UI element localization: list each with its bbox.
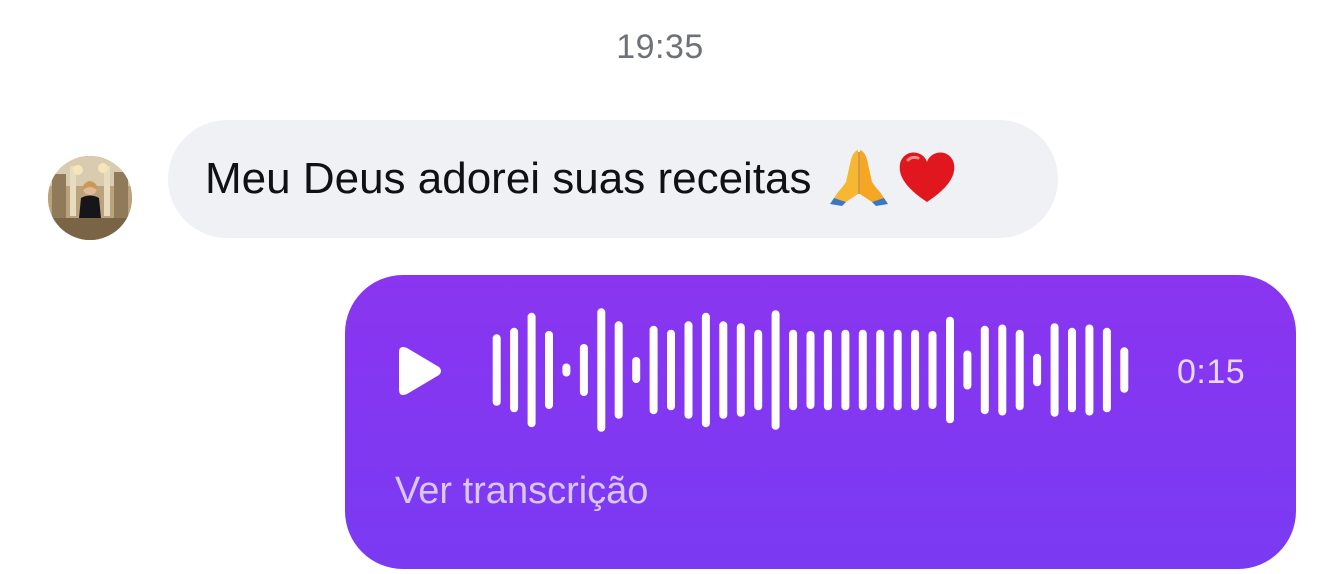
waveform-bar (754, 329, 763, 411)
waveform-bar (579, 344, 588, 396)
profile-photo-avatar[interactable] (48, 156, 132, 240)
waveform-bar (1050, 323, 1059, 417)
view-transcript-link[interactable]: Ver transcrição (395, 470, 648, 513)
waveform-bar (632, 357, 641, 383)
outgoing-voice-message-bubble: 0:15 Ver transcrição (345, 275, 1296, 569)
waveform-bar (527, 312, 536, 428)
waveform-bar (823, 329, 832, 411)
waveform-bar (649, 325, 658, 415)
waveform-bar (597, 308, 606, 432)
incoming-message-bubble[interactable]: Meu Deus adorei suas receitas (168, 120, 1058, 238)
waveform-bar (684, 321, 693, 419)
incoming-message-text: Meu Deus adorei suas receitas (205, 154, 812, 203)
waveform-bar (667, 329, 675, 411)
waveform-bar (928, 331, 937, 409)
waveform-bar (1120, 347, 1129, 393)
message-timestamp: 19:35 (616, 28, 704, 66)
waveform-bar (562, 363, 571, 377)
waveform-bar (1033, 353, 1042, 387)
waveform-bar (998, 324, 1007, 416)
waveform-bar (1102, 327, 1111, 413)
waveform-bar (963, 350, 972, 390)
waveform-bar (510, 327, 519, 413)
waveform-bar (806, 331, 815, 409)
waveform-bar (492, 334, 501, 406)
waveform-bar (946, 316, 954, 424)
waveform-bar (980, 325, 989, 415)
audio-waveform[interactable] (488, 305, 1133, 435)
audio-duration: 0:15 (1177, 353, 1246, 391)
red-heart-emoji (896, 146, 958, 213)
waveform-bar (1015, 329, 1024, 411)
waveform-bar (614, 321, 623, 419)
waveform-bar (876, 329, 885, 411)
waveform-bar (1068, 327, 1076, 413)
waveform-bar (911, 329, 920, 411)
play-icon (399, 347, 441, 395)
play-button[interactable] (395, 343, 445, 399)
avatar-photo-image (48, 156, 132, 240)
waveform-bar (858, 329, 867, 411)
waveform-bar (1085, 324, 1094, 416)
waveform-bar (701, 312, 710, 428)
chat-thread: 19:35 Meu Deus adorei suas receitas 0:15… (0, 0, 1320, 574)
waveform-bar (719, 321, 728, 419)
waveform-bar (893, 329, 902, 411)
waveform-bar (789, 329, 798, 411)
waveform-bar (736, 323, 745, 417)
waveform-bar (771, 310, 780, 430)
waveform-bar (545, 331, 553, 409)
folded-hands-emoji (828, 146, 890, 213)
waveform-bar (841, 329, 850, 411)
